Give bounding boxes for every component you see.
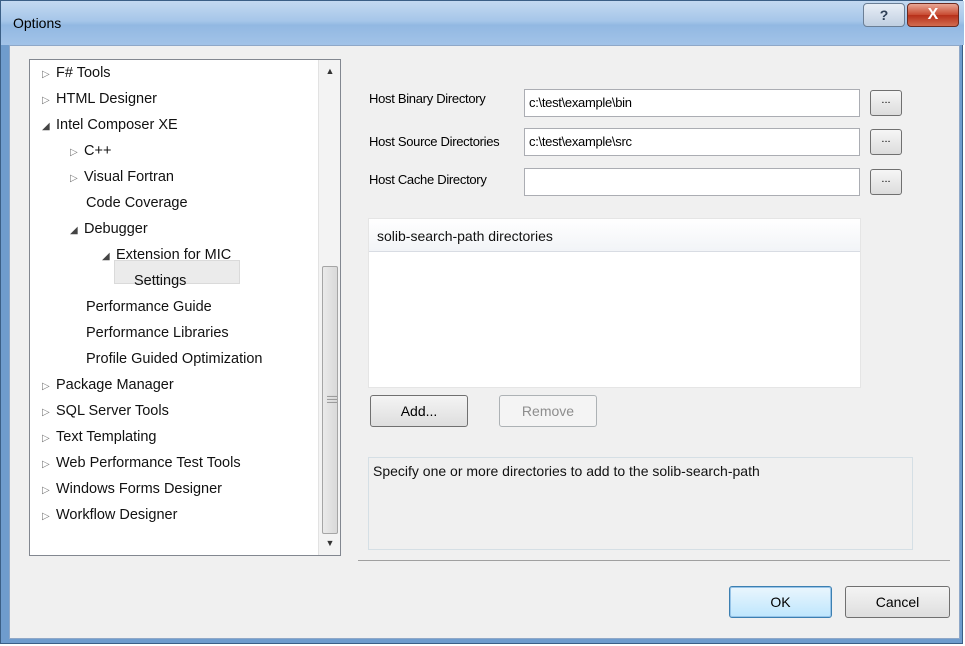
tree-item-label: Workflow Designer (56, 507, 178, 523)
expand-arrow-icon[interactable]: ▷ (42, 504, 56, 530)
tree-item-label: Performance Libraries (86, 325, 229, 341)
tree-item-label: Visual Fortran (84, 169, 174, 185)
tree-item-label: Text Templating (56, 429, 157, 445)
host-cache-directory-label: Host Cache Directory (369, 172, 487, 187)
tree-item-profile-guided-optimization[interactable]: Profile Guided Optimization (86, 346, 263, 372)
tree-item-label: HTML Designer (56, 91, 157, 107)
tree-item-label: Debugger (84, 221, 148, 237)
expand-arrow-icon[interactable]: ▷ (42, 88, 56, 114)
solib-search-path-list[interactable]: solib-search-path directories (368, 218, 861, 388)
expand-arrow-icon[interactable]: ▷ (42, 478, 56, 504)
tree-item-web-performance-test-tools[interactable]: ▷ Web Performance Test Tools (42, 450, 241, 476)
cancel-button[interactable]: Cancel (845, 586, 950, 618)
tree-item-sql-server-tools[interactable]: ▷ SQL Server Tools (42, 398, 169, 424)
expand-arrow-icon[interactable]: ▷ (42, 62, 56, 88)
tree-item-windows-forms-designer[interactable]: ▷ Windows Forms Designer (42, 476, 222, 502)
options-tree[interactable]: ▷ F# Tools ▷ HTML Designer ◢ Intel Composer… (29, 59, 341, 556)
description-panel: Specify one or more directories to add t… (368, 457, 913, 550)
tree-item-visual-fortran[interactable]: ▷ Visual Fortran (70, 164, 174, 190)
tree-item-cpp[interactable]: ▷ C++ (70, 138, 111, 164)
host-binary-directory-field[interactable]: c:\test\example\bin (524, 89, 860, 117)
collapse-arrow-icon[interactable]: ◢ (42, 114, 56, 140)
browse-binary-button[interactable]: ... (870, 90, 902, 116)
expand-arrow-icon[interactable]: ▷ (70, 140, 84, 166)
host-cache-directory-field[interactable] (524, 168, 860, 196)
tree-item-intel-composer-xe[interactable]: ◢ Intel Composer XE (42, 112, 178, 138)
host-source-directories-label: Host Source Directories (369, 134, 500, 149)
grip-icon: — — — (327, 391, 337, 408)
tree-item-package-manager[interactable]: ▷ Package Manager (42, 372, 174, 398)
tree-item-label: Package Manager (56, 377, 174, 393)
remove-button[interactable]: Remove (499, 395, 597, 427)
tree-item-label: Settings (134, 273, 187, 289)
tree-item-extension-for-mic[interactable]: ◢ Extension for MIC (102, 242, 231, 268)
tree-item-label: Extension for MIC (116, 247, 232, 263)
ok-button[interactable]: OK (729, 586, 832, 618)
tree-item-code-coverage[interactable]: Code Coverage (86, 190, 188, 216)
expand-arrow-icon[interactable]: ▷ (42, 426, 56, 452)
host-binary-directory-label: Host Binary Directory (369, 91, 486, 106)
host-source-directories-field[interactable]: c:\test\example\src (524, 128, 860, 156)
expand-arrow-icon[interactable]: ▷ (42, 452, 56, 478)
title-bar[interactable]: Options ? X (1, 1, 964, 45)
tree-item-debugger[interactable]: ◢ Debugger (70, 216, 148, 242)
tree-item-performance-libraries[interactable]: Performance Libraries (86, 320, 229, 346)
collapse-arrow-icon[interactable]: ◢ (70, 218, 84, 244)
expand-arrow-icon[interactable]: ▷ (42, 400, 56, 426)
tree-item-workflow-designer[interactable]: ▷ Workflow Designer (42, 502, 177, 528)
tree-item-label: Intel Composer XE (56, 117, 178, 133)
tree-item-performance-guide[interactable]: Performance Guide (86, 294, 212, 320)
tree-item-label: Performance Guide (86, 299, 212, 315)
help-button[interactable]: ? (863, 3, 905, 27)
browse-cache-button[interactable]: ... (870, 169, 902, 195)
dialog-title: Options (13, 15, 62, 31)
close-button[interactable]: X (907, 3, 959, 27)
tree-item-fsharp-tools[interactable]: ▷ F# Tools (42, 60, 111, 86)
tree-item-label: Web Performance Test Tools (56, 455, 241, 471)
tree-item-html-designer[interactable]: ▷ HTML Designer (42, 86, 157, 112)
tree-scrollbar[interactable]: ▲ — — — ▼ (318, 60, 340, 555)
tree-item-label: Profile Guided Optimization (86, 351, 263, 367)
collapse-arrow-icon[interactable]: ◢ (102, 244, 116, 270)
tree-item-label: Code Coverage (86, 195, 188, 211)
tree-item-label: F# Tools (56, 65, 111, 81)
browse-source-button[interactable]: ... (870, 129, 902, 155)
divider (358, 560, 950, 561)
tree-item-label: Windows Forms Designer (56, 481, 222, 497)
dialog-client-area: ▷ F# Tools ▷ HTML Designer ◢ Intel Composer… (9, 45, 960, 639)
scroll-down-arrow-icon[interactable]: ▼ (319, 534, 340, 552)
scroll-thumb[interactable]: — — — (322, 266, 338, 534)
scroll-up-arrow-icon[interactable]: ▲ (319, 62, 340, 80)
expand-arrow-icon[interactable]: ▷ (70, 166, 84, 192)
add-button[interactable]: Add... (370, 395, 468, 427)
tree-item-settings[interactable]: Settings (134, 268, 186, 294)
tree-item-text-templating[interactable]: ▷ Text Templating (42, 424, 156, 450)
list-column-header[interactable]: solib-search-path directories (369, 219, 860, 252)
tree-item-label: SQL Server Tools (56, 403, 169, 419)
tree-item-label: C++ (84, 143, 112, 159)
options-dialog: Options ? X ▷ F# Tools ▷ HTML Designer ◢ In… (0, 0, 964, 644)
expand-arrow-icon[interactable]: ▷ (42, 374, 56, 400)
